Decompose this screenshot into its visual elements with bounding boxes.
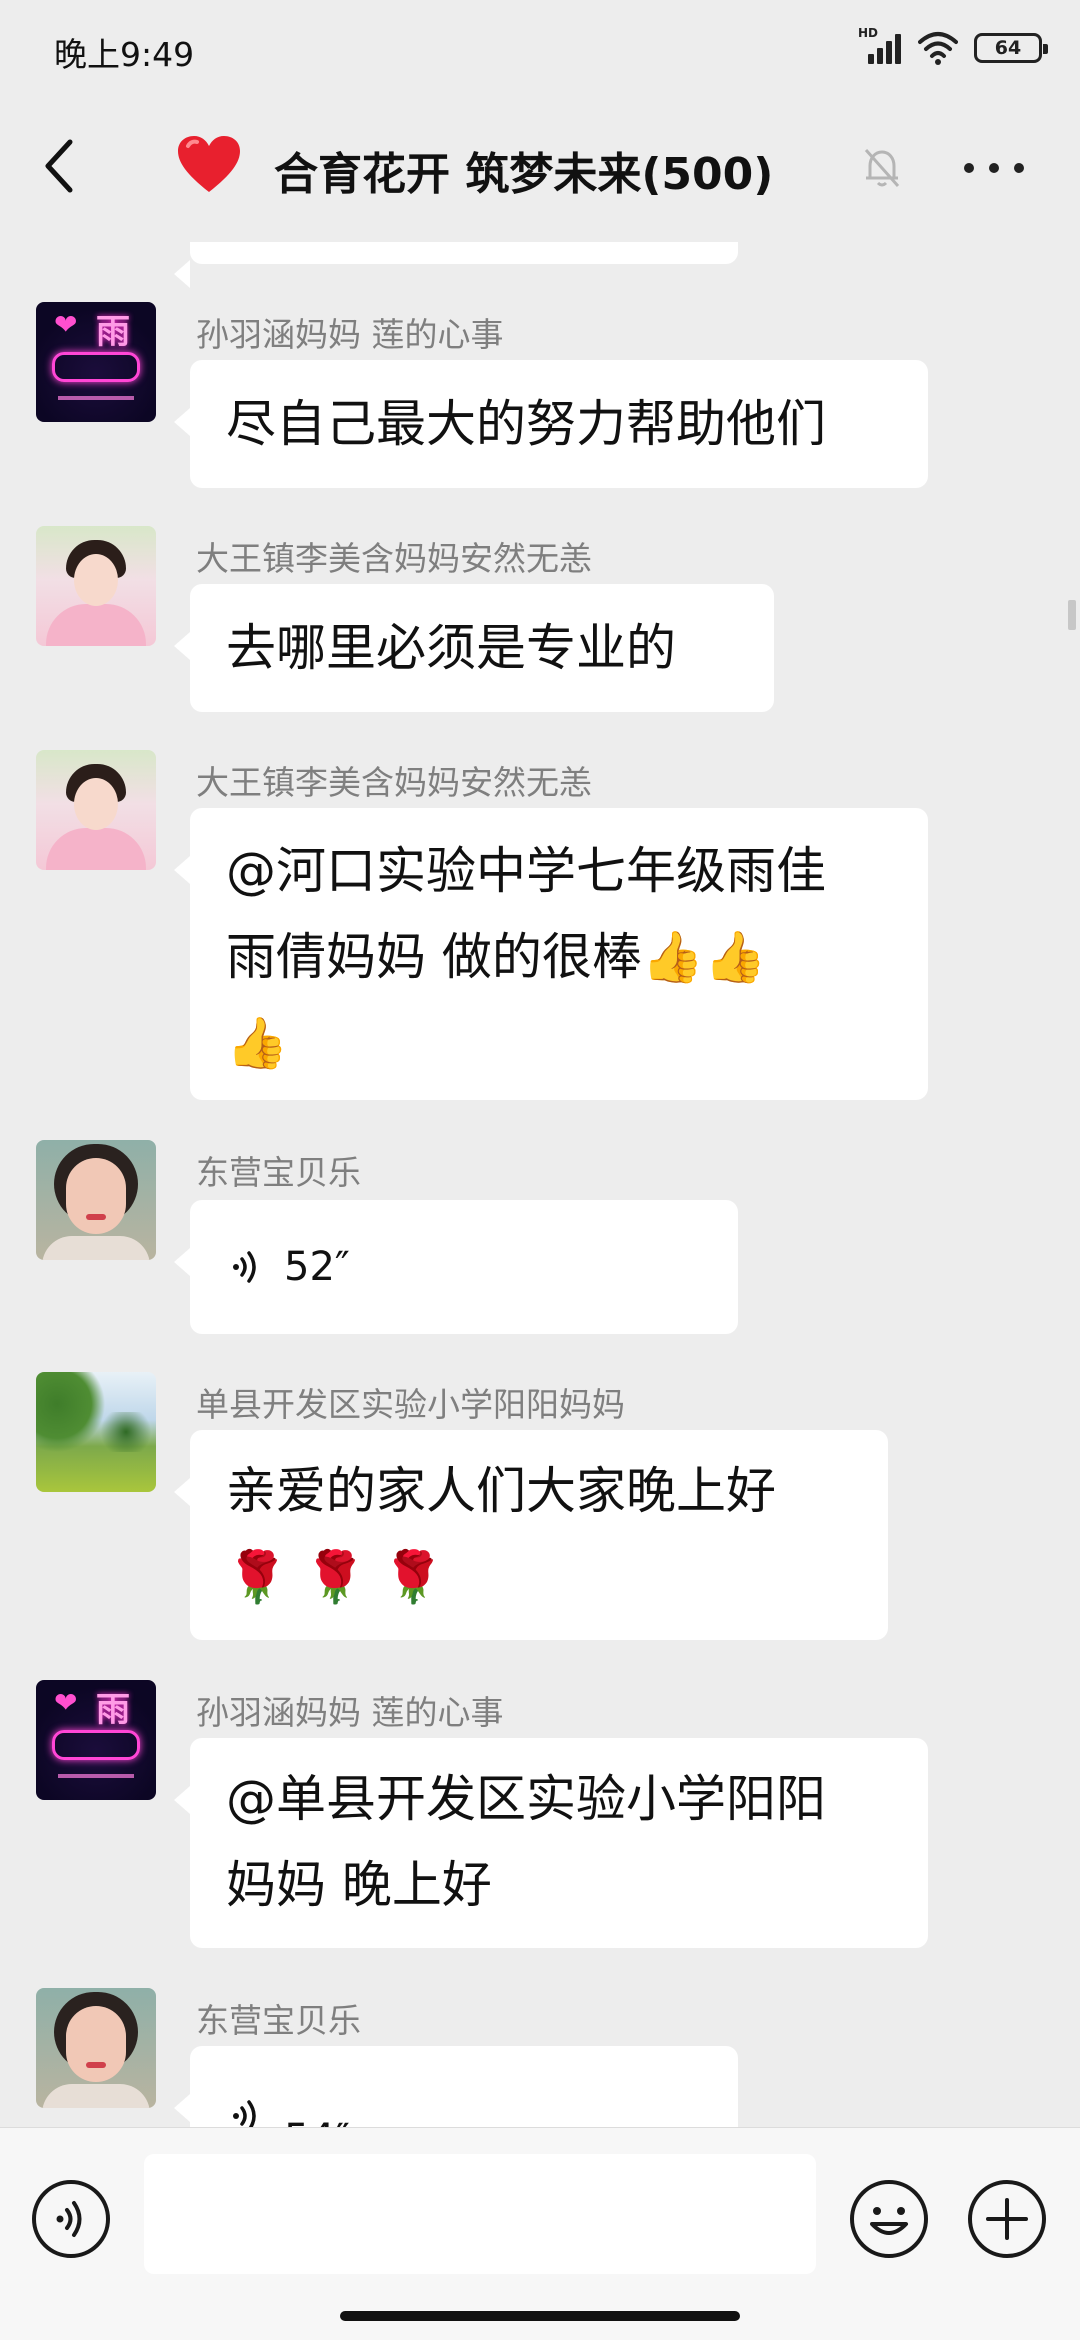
chat-header: 合育花开 筑梦未来(500) — [0, 96, 1080, 242]
message-text-line: 🌹 🌹 🌹 — [226, 1548, 445, 1606]
status-time: 晚上9:49 — [54, 35, 195, 74]
status-bar: 晚上9:49 HD 64 — [0, 0, 1080, 96]
message-text: 去哪里必须是专业的 — [226, 619, 676, 677]
voice-message-bubble[interactable]: 52″ — [174, 1200, 738, 1334]
message-text-line: 亲爱的家人们大家晚上好 — [226, 1462, 776, 1520]
message-bubble[interactable]: @单县开发区实验小学阳阳 妈妈 晚上好 — [174, 1738, 928, 1948]
chevron-left-icon[interactable] — [36, 136, 84, 196]
scroll-indicator[interactable] — [1068, 600, 1076, 630]
message-bubble[interactable]: 亲爱的家人们大家晚上好 🌹 🌹 🌹 — [174, 1430, 888, 1640]
wifi-icon — [918, 32, 958, 65]
message-bubble[interactable]: @河口实验中学七年级雨佳 雨倩妈妈 做的很棒👍👍 👍 — [174, 808, 928, 1100]
message-bubble[interactable]: 尽自己最大的努力帮助他们 — [174, 360, 928, 488]
voice-duration: 54″ — [284, 2096, 350, 2127]
battery-icon: 64 — [974, 33, 1048, 63]
message-text-line: 妈妈 晚上好 — [226, 1856, 492, 1914]
signal-icon: HD — [858, 26, 902, 66]
sender-avatar[interactable] — [36, 1372, 156, 1492]
sender-avatar[interactable] — [36, 750, 156, 870]
home-indicator[interactable] — [340, 2311, 740, 2321]
red-heart-icon — [178, 136, 240, 192]
input-bar — [0, 2127, 1080, 2340]
sender-name: 孙羽涵妈妈 莲的心事 — [196, 1693, 504, 1732]
message-text-line: @单县开发区实验小学阳阳 — [226, 1770, 826, 1828]
sender-avatar[interactable] — [36, 526, 156, 646]
plus-circle-icon[interactable] — [966, 2178, 1048, 2260]
sender-name: 单县开发区实验小学阳阳妈妈 — [196, 1385, 625, 1424]
voice-wave-icon — [233, 2100, 256, 2127]
more-icon[interactable] — [964, 160, 1024, 176]
message-input[interactable] — [144, 2154, 816, 2274]
status-icons: HD 64 — [858, 26, 1048, 68]
message-text-line: 👍 — [226, 1014, 289, 1072]
sender-avatar[interactable] — [36, 1140, 156, 1260]
sender-name: 大王镇李美含妈妈安然无恙 — [196, 539, 592, 578]
message-text: 尽自己最大的努力帮助他们 — [226, 395, 826, 453]
sender-name: 东营宝贝乐 — [196, 2001, 361, 2040]
emoji-smile-icon[interactable] — [848, 2178, 930, 2260]
voice-duration: 52″ — [284, 1244, 350, 1290]
bell-muted-icon — [864, 149, 900, 187]
message-bubble[interactable]: 去哪里必须是专业的 — [174, 584, 774, 712]
sender-avatar[interactable] — [36, 1988, 156, 2108]
sender-avatar[interactable]: ❤ 雨 — [36, 1680, 156, 1800]
chat-title: 合育花开 筑梦未来(500) — [274, 149, 774, 200]
message-bubble[interactable] — [174, 242, 738, 288]
sender-name: 孙羽涵妈妈 莲的心事 — [196, 315, 504, 354]
network-badge: HD — [858, 26, 879, 40]
sender-avatar[interactable]: ❤ 雨 — [36, 302, 156, 422]
voice-wave-icon — [233, 1251, 256, 1283]
sender-name: 东营宝贝乐 — [196, 1153, 361, 1192]
message-text-line: 雨倩妈妈 做的很棒👍👍 — [226, 928, 767, 986]
message-text-line: @河口实验中学七年级雨佳 — [226, 842, 826, 900]
voice-message-bubble[interactable]: 54″ — [174, 2046, 738, 2127]
message-list[interactable]: ❤ 雨 孙羽涵妈妈 莲的心事 尽自己最大的努力帮助他们 大王镇李美含妈妈安然无恙… — [0, 242, 1080, 2127]
battery-level: 64 — [994, 37, 1022, 59]
voice-input-icon[interactable] — [30, 2178, 112, 2260]
sender-name: 大王镇李美含妈妈安然无恙 — [196, 763, 592, 802]
